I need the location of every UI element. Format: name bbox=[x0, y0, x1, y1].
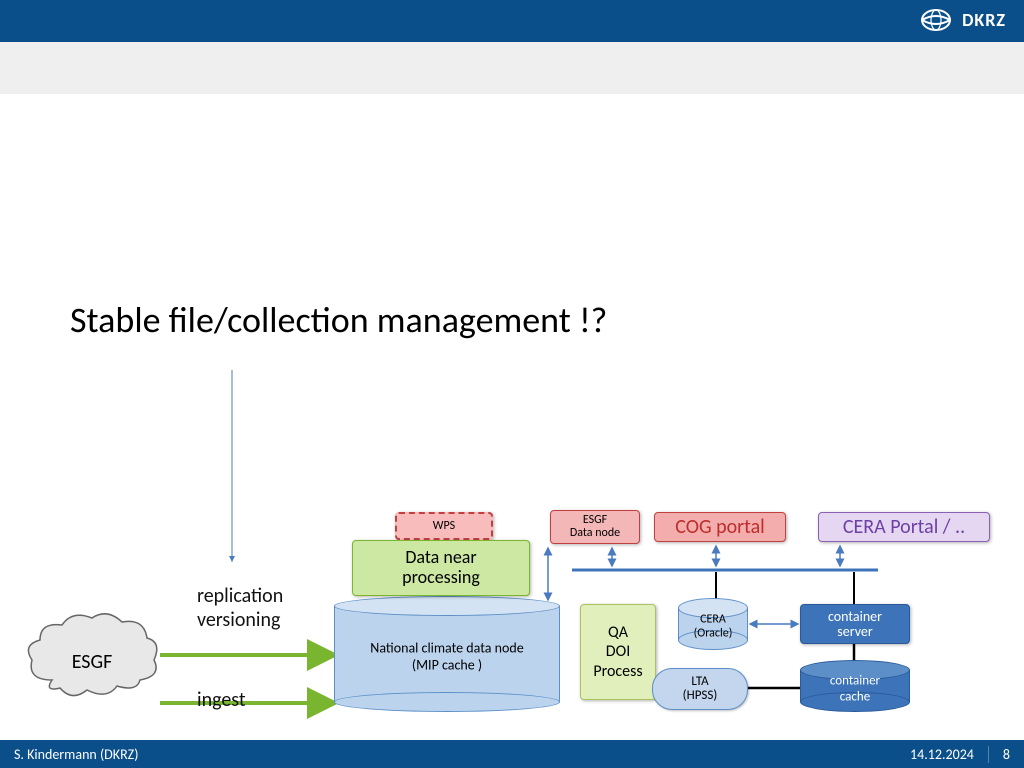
data-near-processing: Data near processing bbox=[352, 540, 530, 596]
page-number: 8 bbox=[988, 746, 1010, 763]
esgf-data-node: ESGF Data node bbox=[550, 510, 640, 544]
container-cache: containercache bbox=[800, 660, 910, 712]
replication-label: replication bbox=[197, 584, 283, 608]
esgf-cloud-label: ESGF bbox=[22, 650, 162, 674]
lta-hpss: LTA (HPSS) bbox=[652, 668, 748, 710]
esgf-cloud: ESGF bbox=[22, 610, 162, 700]
container-server: container server bbox=[800, 604, 910, 644]
footer-date: 14.12.2024 bbox=[910, 746, 974, 763]
cera-portal: CERA Portal / .. bbox=[818, 512, 990, 542]
wps-box: WPS bbox=[395, 512, 493, 540]
versioning-label: versioning bbox=[197, 608, 280, 632]
cog-portal: COG portal bbox=[654, 512, 786, 542]
ingest-label: ingest bbox=[197, 688, 246, 712]
cera-oracle: CERA(Oracle) bbox=[678, 598, 748, 650]
qa-doi-process: QA DOI Process bbox=[580, 604, 656, 700]
national-data-node: National climate data node(MIP cache ) bbox=[334, 596, 560, 712]
footer-author: S. Kindermann (DKRZ) bbox=[14, 746, 138, 763]
footer-bar: S. Kindermann (DKRZ) 14.12.2024 8 bbox=[0, 740, 1024, 768]
